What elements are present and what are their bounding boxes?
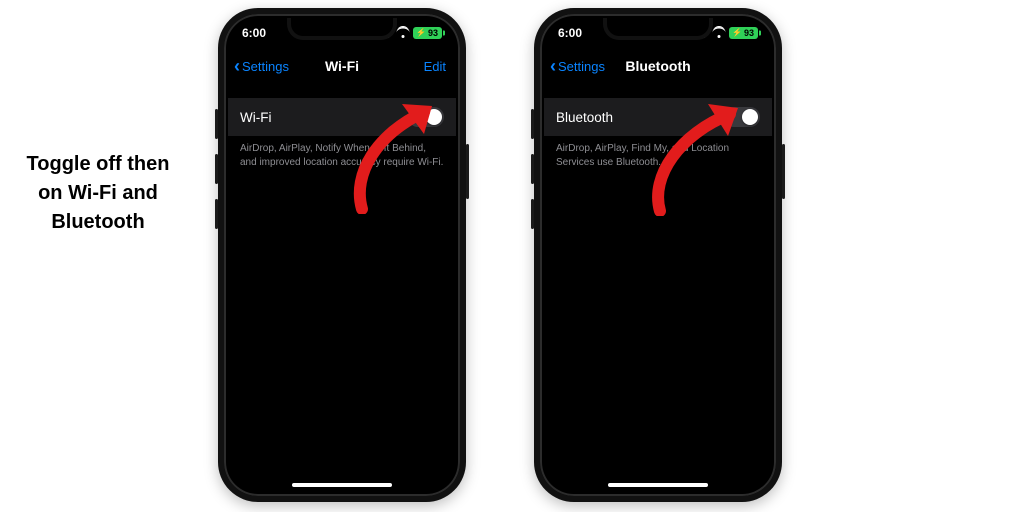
bluetooth-row: Bluetooth: [544, 98, 772, 136]
notch: [603, 18, 713, 40]
page-title: Wi-Fi: [325, 58, 359, 74]
status-time: 6:00: [242, 26, 292, 40]
chevron-left-icon: ‹: [234, 57, 240, 75]
wifi-row-label: Wi-Fi: [240, 110, 408, 125]
instruction-caption: Toggle off then on Wi-Fi and Bluetooth: [18, 150, 178, 237]
home-indicator[interactable]: [292, 483, 392, 487]
toggle-knob: [426, 109, 442, 125]
wifi-toggle[interactable]: [408, 107, 444, 127]
charging-icon: ⚡: [732, 29, 742, 37]
battery-badge: ⚡ 93: [729, 27, 758, 39]
chevron-left-icon: ‹: [550, 57, 556, 75]
bluetooth-row-label: Bluetooth: [556, 110, 724, 125]
edit-button[interactable]: Edit: [424, 59, 450, 74]
back-button[interactable]: ‹ Settings: [550, 57, 605, 75]
toggle-knob: [742, 109, 758, 125]
wifi-footnote: AirDrop, AirPlay, Notify When Left Behin…: [228, 136, 456, 169]
back-button[interactable]: ‹ Settings: [234, 57, 289, 75]
phone-mockup-bluetooth: 6:00 ⚡ 93 ‹ Settings Bluetooth Bluetooth: [534, 8, 782, 502]
home-indicator[interactable]: [608, 483, 708, 487]
back-label: Settings: [558, 59, 605, 74]
page-title: Bluetooth: [625, 58, 690, 74]
bluetooth-toggle[interactable]: [724, 107, 760, 127]
nav-bar: ‹ Settings Wi-Fi Edit: [228, 48, 456, 84]
notch: [287, 18, 397, 40]
battery-percent: 93: [428, 28, 438, 38]
wifi-icon: [396, 28, 409, 38]
wifi-row: Wi-Fi: [228, 98, 456, 136]
battery-badge: ⚡ 93: [413, 27, 442, 39]
wifi-icon: [712, 28, 725, 38]
charging-icon: ⚡: [416, 29, 426, 37]
phone-mockup-wifi: 6:00 ⚡ 93 ‹ Settings Wi-Fi Edit Wi-Fi: [218, 8, 466, 502]
nav-bar: ‹ Settings Bluetooth: [544, 48, 772, 84]
battery-percent: 93: [744, 28, 754, 38]
status-time: 6:00: [558, 26, 608, 40]
bluetooth-footnote: AirDrop, AirPlay, Find My, and Location …: [544, 136, 772, 169]
back-label: Settings: [242, 59, 289, 74]
